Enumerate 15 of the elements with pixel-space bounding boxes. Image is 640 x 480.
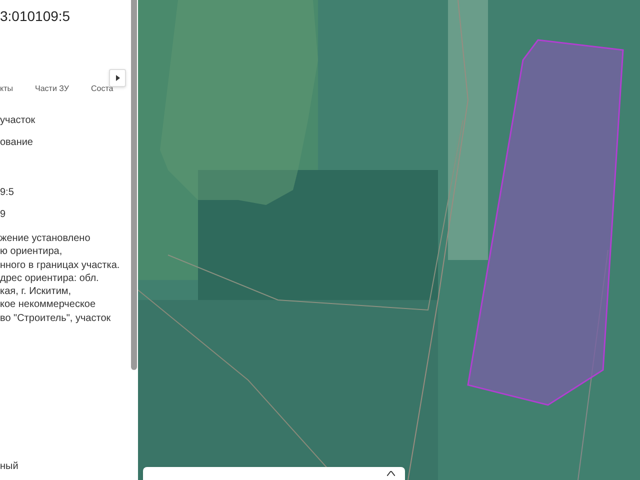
caret-up-icon: [387, 471, 395, 476]
tab[interactable]: Части ЗУ: [35, 83, 69, 95]
cadastral-number: 3:010109:5: [0, 7, 70, 26]
field-value: участок: [0, 114, 36, 128]
field-value: 9: [0, 208, 6, 222]
field-value: 9:5: [0, 186, 14, 200]
tabs-scroll-button[interactable]: [109, 69, 126, 87]
tab[interactable]: кты: [0, 83, 14, 95]
satellite-map-drawing[interactable]: [138, 0, 640, 480]
tab[interactable]: Соста: [90, 83, 114, 95]
field-value: ный: [0, 460, 18, 474]
chevron-right-icon: [116, 75, 120, 81]
field-value: ование: [0, 136, 33, 150]
address-paragraph: жение установлено ю ориентира, нного в границах участка. дрес ориентира: обл. кая, г. Искитим, кое некоммерческое во "Строитель", участок: [0, 232, 120, 326]
scrollbar-thumb[interactable]: [131, 0, 137, 370]
